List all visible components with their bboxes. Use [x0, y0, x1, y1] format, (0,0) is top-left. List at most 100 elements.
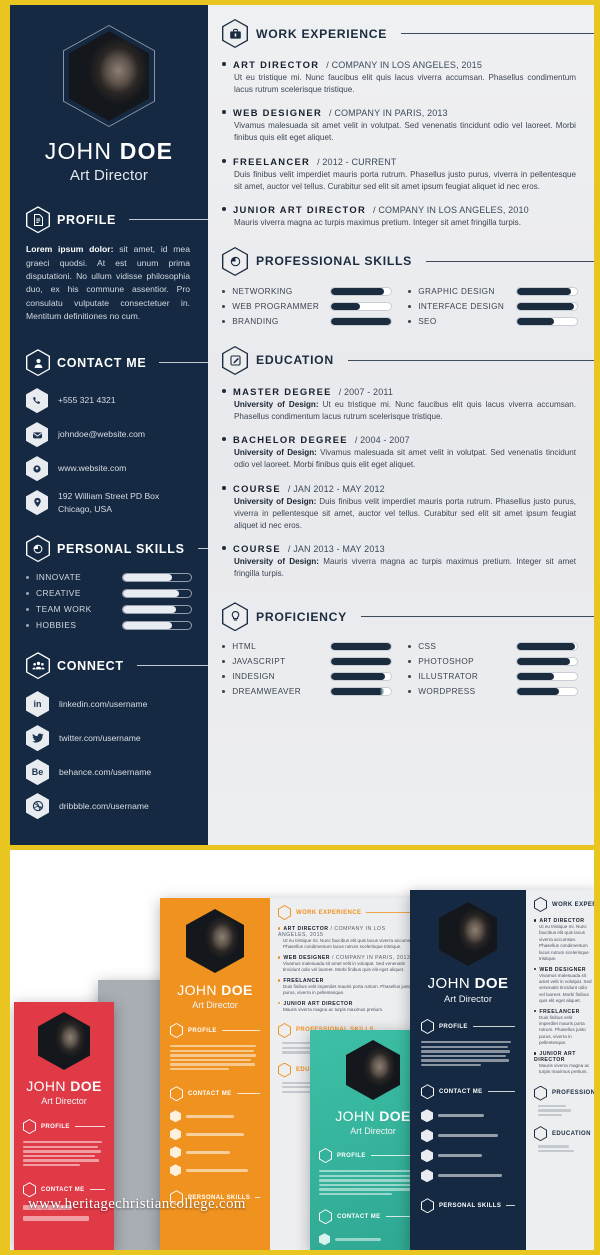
- sidebar-section-contact: CONTACT ME: [26, 349, 208, 377]
- phone-icon: [421, 1109, 433, 1123]
- contact-value: +555 321 4321: [58, 395, 116, 406]
- bullet-icon: [222, 437, 226, 442]
- bullet-icon: [222, 545, 226, 550]
- variant-card-navy[interactable]: JOHN DOE Art Director PROFILE CONTACT ME: [410, 890, 594, 1250]
- contact-value: www.website.com: [58, 463, 127, 474]
- skill-bar: [122, 572, 192, 582]
- user-icon: [170, 1086, 183, 1102]
- professional-skills-grid: NETWORKING GRAPHIC DESIGN WEB PROGRAMMER…: [222, 286, 578, 326]
- skill-label: BRANDING: [232, 316, 279, 326]
- document-icon: [170, 1023, 183, 1038]
- social-item-dribbble[interactable]: dribbble.com/username: [26, 793, 192, 820]
- skill-item: INTERFACE DESIGN: [408, 301, 578, 311]
- divider: [197, 548, 208, 550]
- divider: [401, 33, 594, 34]
- location-pin-icon: [26, 490, 48, 516]
- profile-text: Lorem ipsum dolor: sit amet, id mea grae…: [26, 243, 192, 323]
- bullet-icon: [408, 304, 412, 309]
- divider: [347, 359, 594, 361]
- work-entry: WEB DESIGNER / COMPANY IN PARIS, 2013 Vi…: [222, 107, 578, 144]
- document-icon: [23, 1119, 36, 1134]
- work-entry: JUNIOR ART DIRECTOR / COMPANY IN LOS ANG…: [222, 204, 578, 229]
- entry-meta: / 2004 - 2007: [354, 435, 410, 446]
- user-icon: [421, 1084, 434, 1100]
- edit-note-icon: [534, 1126, 547, 1142]
- edit-note-icon: [278, 1062, 291, 1078]
- envelope-icon: [421, 1129, 433, 1143]
- people-icon: [26, 652, 50, 680]
- entry-meta: / COMPANY IN LOS ANGELES, 2010: [373, 204, 529, 215]
- social-url: behance.com/username: [59, 767, 152, 778]
- entry-meta: / 2012 - CURRENT: [317, 156, 397, 167]
- phone-icon: [319, 1233, 330, 1246]
- linkedin-icon: in: [26, 691, 49, 718]
- connect-heading: CONNECT: [57, 658, 124, 673]
- variant-entry-body: Ut eu tristique mi. Nunc faucibus elit q…: [539, 924, 589, 962]
- pie-chart-icon: [421, 1198, 434, 1214]
- profile-photo: [186, 909, 244, 973]
- divider: [361, 616, 594, 618]
- work-entry: FREELANCER / 2012 - CURRENT Duis finibus…: [222, 156, 578, 193]
- sidebar-section-personal-skills: PERSONAL SKILLS: [26, 535, 208, 563]
- education-entry: MASTER DEGREE / 2007 - 2011 University o…: [222, 386, 578, 423]
- location-pin-icon: [170, 1164, 181, 1177]
- entry-role: JUNIOR ART DIRECTOR: [233, 203, 367, 215]
- contact-item-phone[interactable]: +555 321 4321: [26, 388, 192, 414]
- section-education: EDUCATION MASTER DEGREE / 2007 - 2011 Un…: [222, 345, 594, 580]
- briefcase-icon: [222, 19, 248, 48]
- bullet-icon: [222, 485, 226, 490]
- variant-contact-heading: CONTACT ME: [41, 1186, 85, 1193]
- globe-icon: [26, 456, 48, 482]
- divider: [136, 665, 208, 667]
- avatar-wrap: [26, 25, 192, 127]
- skill-label: WORDPRESS: [418, 687, 476, 697]
- twitter-icon: [26, 725, 49, 752]
- contact-item-website[interactable]: www.website.com: [26, 456, 192, 482]
- user-icon: [26, 349, 50, 377]
- skill-item: PHOTOSHOP: [408, 657, 578, 667]
- entry-meta: / 2007 - 2011: [338, 386, 394, 397]
- variant-entry-body: Duis finibus velit imperdiet mauris port…: [283, 983, 412, 996]
- variant-name: JOHN DOE: [427, 975, 509, 992]
- sidebar-section-connect: CONNECT: [26, 652, 208, 680]
- document-icon: [421, 1019, 434, 1034]
- variant-profile-heading: PROFILE: [41, 1123, 70, 1130]
- skill-label: HOBBIES: [36, 620, 77, 631]
- variant-name: JOHN DOE: [177, 982, 253, 998]
- variant-profile-heading: PROFILE: [188, 1027, 217, 1034]
- skill-label: TEAM WORK: [36, 604, 92, 615]
- skill-item: JAVASCRIPT: [222, 657, 392, 667]
- briefcase-icon: [278, 905, 291, 920]
- contact-value: johndoe@website.com: [58, 429, 146, 440]
- skill-label: DREAMWEAVER: [232, 687, 302, 697]
- first-name: JOHN: [44, 138, 113, 164]
- social-item-behance[interactable]: Be behance.com/username: [26, 759, 192, 786]
- skill-bar: [330, 642, 392, 652]
- contact-item-address[interactable]: 192 William Street PD Box Chicago, USA: [26, 490, 192, 516]
- entry-meta: / JAN 2012 - MAY 2012: [287, 483, 385, 494]
- skill-bar: [330, 286, 392, 296]
- resume-main: WORK EXPERIENCE ART DIRECTOR / COMPANY I…: [208, 5, 594, 845]
- profile-heading: PROFILE: [57, 212, 117, 227]
- skill-bar: [330, 672, 392, 682]
- edit-note-icon: [222, 345, 248, 375]
- social-item-linkedin[interactable]: in linkedin.com/username: [26, 691, 192, 718]
- entry-role: COURSE: [233, 482, 281, 494]
- bullet-icon: [222, 645, 226, 649]
- skill-label: INNOVATE: [36, 572, 82, 583]
- social-item-twitter[interactable]: twitter.com/username: [26, 725, 192, 752]
- profile-photo: [346, 1040, 400, 1100]
- variant-entry-body: Mauris viverra magna ac turpis maximus p…: [539, 1062, 590, 1075]
- resume-sidebar: JOHN DOE Art Director PROFILE Lorem ipsu…: [10, 5, 208, 845]
- skill-bar: [122, 620, 192, 630]
- skill-bar: [122, 604, 192, 614]
- entry-meta: / JAN 2013 - MAY 2013: [287, 543, 385, 554]
- entry-lead: University of Design:: [234, 496, 317, 506]
- contact-item-email[interactable]: johndoe@website.com: [26, 422, 192, 448]
- variant-entry-meta: / COMPANY IN PARIS, 2013: [331, 954, 411, 961]
- skill-bar: [330, 301, 392, 311]
- variant-entry-role: WEB DESIGNER: [539, 966, 587, 973]
- bullet-icon: [222, 110, 226, 115]
- skill-bar: [122, 588, 192, 598]
- social-url: dribbble.com/username: [59, 801, 149, 812]
